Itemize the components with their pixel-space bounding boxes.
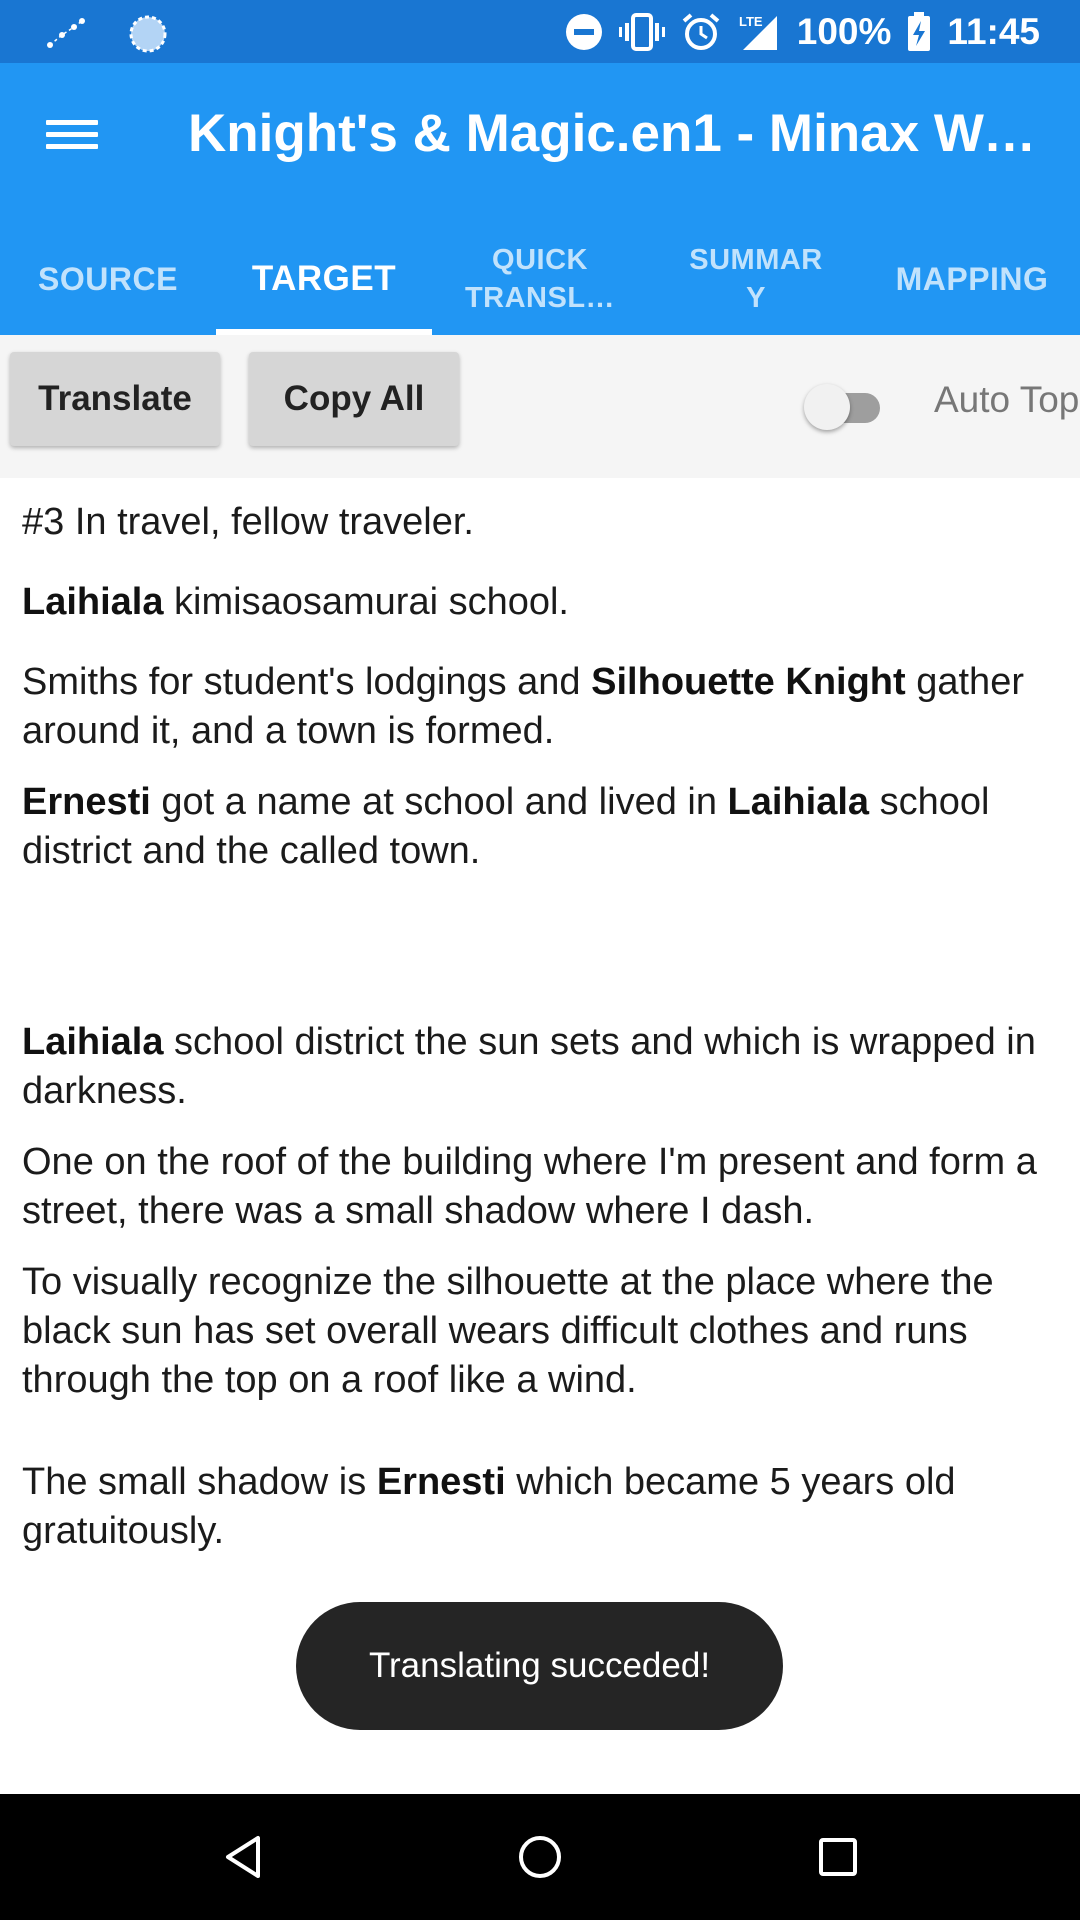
vibrate-icon (618, 12, 665, 52)
recents-icon[interactable] (808, 1827, 868, 1887)
paragraph: To visually recognize the silhouette at … (22, 1261, 994, 1401)
tab-quick-translate[interactable]: QUICK TRANSL… (432, 219, 648, 335)
paragraph: Laihiala kimisaosamurai school. (22, 581, 569, 623)
tab-bar: SOURCE TARGET QUICK TRANSL… SUMMAR Y MAP… (0, 219, 1080, 335)
auto-top-label: Auto Top (934, 379, 1080, 420)
constellation-icon (46, 17, 86, 51)
battery-percent: 100% (796, 10, 892, 52)
circle-loader-icon (128, 14, 168, 54)
paragraph: One on the roof of the building where I'… (22, 1141, 1037, 1232)
tab-target[interactable]: TARGET (216, 219, 432, 335)
toast-message: Translating succeded! (296, 1602, 783, 1730)
toggle-thumb (804, 384, 850, 430)
paragraph: Smiths for student's lodgings and Silhou… (22, 661, 1024, 752)
back-icon[interactable] (214, 1827, 274, 1887)
toolbar: Translate Copy All Auto Top (0, 335, 1080, 478)
svg-text:LTE: LTE (739, 14, 763, 29)
auto-top-toggle[interactable] (804, 380, 888, 430)
paragraph: #3 In travel, fellow traveler. (22, 501, 474, 543)
signal-icon: LTE (737, 12, 781, 52)
home-icon[interactable] (510, 1827, 570, 1887)
copy-all-button[interactable]: Copy All (249, 352, 459, 446)
tab-source[interactable]: SOURCE (0, 219, 216, 335)
translate-button[interactable]: Translate (10, 352, 220, 446)
status-bar: LTE 100% 11:45 (0, 0, 1080, 63)
translation-content[interactable]: #3 In travel, fellow traveler. Laihiala … (0, 478, 1080, 1794)
alarm-icon (681, 12, 721, 52)
hamburger-menu-icon[interactable] (40, 113, 104, 169)
navigation-bar (0, 1794, 1080, 1920)
tab-mapping[interactable]: MAPPING (864, 219, 1080, 335)
clock: 11:45 (947, 10, 1040, 52)
tab-summary[interactable]: SUMMAR Y (648, 219, 864, 335)
app-title: Knight's & Magic.en1 - Minax Web… (188, 104, 1038, 163)
app-bar: Knight's & Magic.en1 - Minax Web… (0, 63, 1080, 219)
paragraph: Ernesti got a name at school and lived i… (22, 781, 990, 872)
paragraph: Laihiala school district the sun sets an… (22, 1021, 1036, 1112)
do-not-disturb-icon (565, 13, 603, 51)
paragraph: The small shadow is Ernesti which became… (22, 1461, 956, 1552)
battery-charging-icon (907, 11, 931, 52)
